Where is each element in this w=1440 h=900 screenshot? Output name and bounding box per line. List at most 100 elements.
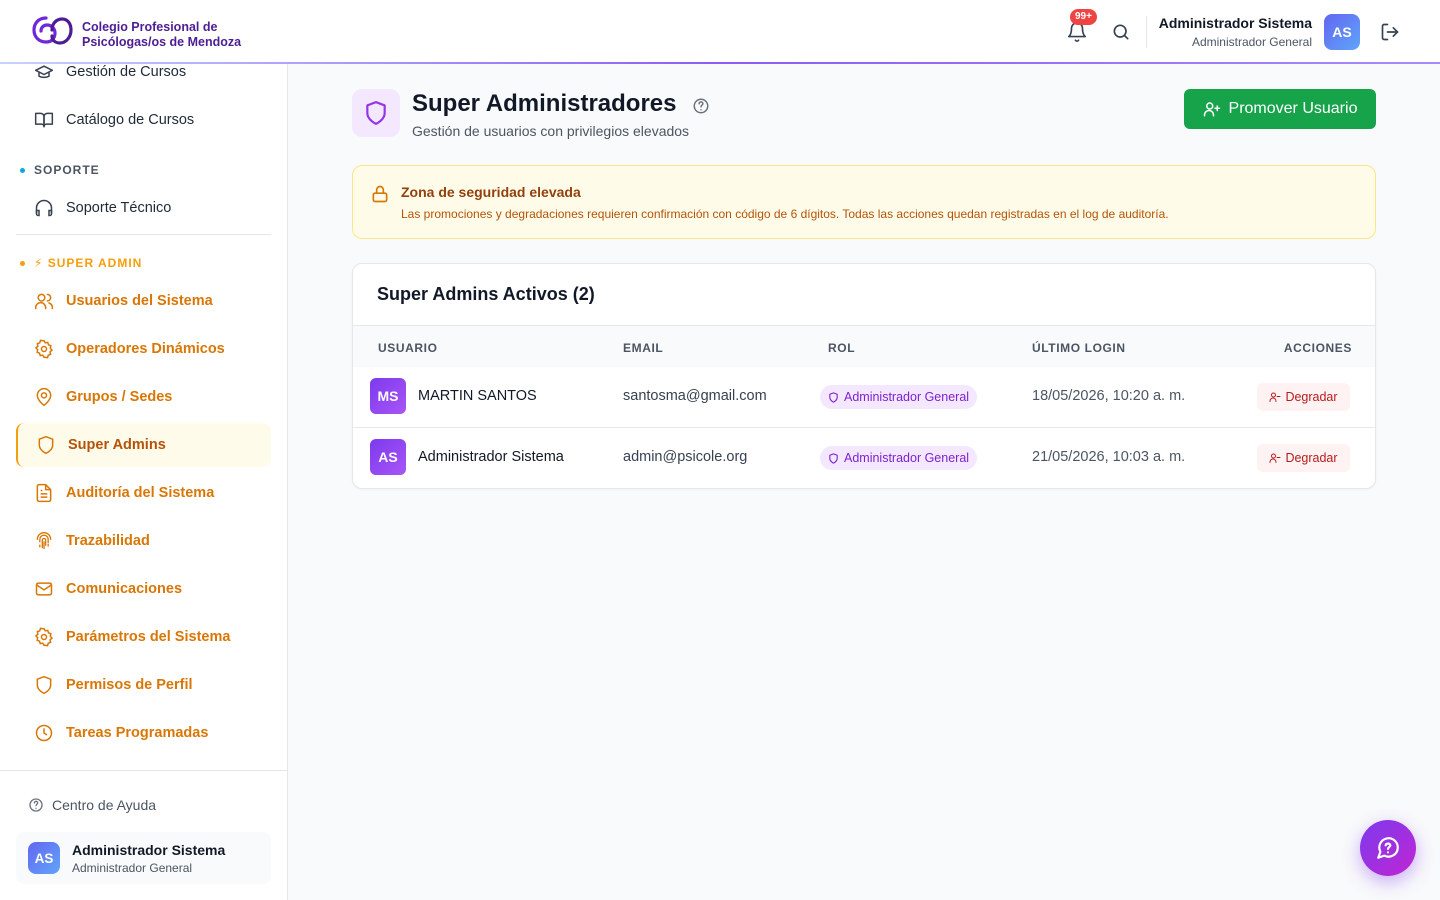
- section-label: SOPORTE: [34, 163, 100, 177]
- shield-icon: [36, 435, 56, 455]
- column-header-email: EMAIL: [623, 341, 664, 355]
- logout-button[interactable]: [1378, 20, 1402, 44]
- help-chat-button[interactable]: [1360, 820, 1416, 876]
- sidebar-divider: [16, 234, 271, 235]
- brand-line-1: Colegio Profesional de: [82, 20, 218, 34]
- sidebar-user-role: Administrador General: [72, 861, 193, 875]
- sidebar-item-label: Operadores Dinámicos: [66, 341, 225, 357]
- sidebar-item-label: Gestión de Cursos: [66, 64, 187, 80]
- section-label: ⚡ SUPER ADMIN: [34, 256, 143, 270]
- sidebar-item-operadores-dinamicos[interactable]: Operadores Dinámicos: [16, 327, 271, 371]
- search-icon: [1113, 24, 1129, 40]
- graduation-cap-icon: [34, 64, 54, 82]
- role-label: Administrador General: [844, 451, 970, 465]
- sidebar-item-label: Auditoría del Sistema: [66, 485, 215, 501]
- sidebar-user-name: Administrador Sistema: [72, 842, 226, 858]
- logout-icon: [1381, 23, 1399, 41]
- shield-icon: [366, 101, 386, 125]
- search-button[interactable]: [1109, 20, 1133, 44]
- sidebar-item-label: Super Admins: [68, 437, 166, 453]
- alert-title: Zona de seguridad elevada: [401, 184, 581, 200]
- sidebar-item-soporte-tecnico[interactable]: Soporte Técnico: [16, 186, 271, 230]
- help-center-link[interactable]: Centro de Ayuda: [28, 797, 156, 813]
- sidebar-bottom-divider: [0, 770, 287, 771]
- help-circle-icon[interactable]: [692, 97, 710, 115]
- section-title-super-admin: ⚡ SUPER ADMIN: [20, 256, 142, 270]
- page-subtitle: Gestión de usuarios con privilegios elev…: [412, 123, 690, 139]
- sidebar-item-gestion-cursos[interactable]: Gestión de Cursos: [16, 64, 271, 94]
- last-login: 21/05/2026, 10:03 a. m.: [1032, 449, 1186, 465]
- header-avatar[interactable]: AS: [1324, 14, 1360, 50]
- promote-user-label: Promover Usuario: [1228, 100, 1358, 117]
- clock-icon: [34, 723, 54, 743]
- shield-icon: [828, 452, 839, 464]
- super-admins-card: Super Admins Activos (2) USUARIO EMAIL R…: [352, 263, 1376, 489]
- avatar: MS: [370, 378, 406, 414]
- sidebar-item-trazabilidad[interactable]: Trazabilidad: [16, 519, 271, 563]
- role-badge: Administrador General: [820, 446, 978, 470]
- demote-label: Degradar: [1285, 390, 1338, 404]
- sidebar-item-grupos-sedes[interactable]: Grupos / Sedes: [16, 375, 271, 419]
- demote-label: Degradar: [1285, 451, 1338, 465]
- chat-help-icon: [1377, 837, 1399, 859]
- user-minus-icon: [1269, 452, 1281, 464]
- card-title: Super Admins Activos (2): [377, 284, 595, 304]
- sidebar-item-comunicaciones[interactable]: Comunicaciones: [16, 567, 271, 611]
- avatar: AS: [370, 439, 406, 475]
- column-header-rol: ROL: [828, 341, 856, 355]
- sidebar-item-label: Catálogo de Cursos: [66, 112, 195, 128]
- sidebar-item-parametros[interactable]: Parámetros del Sistema: [16, 615, 271, 659]
- lock-icon: [370, 184, 390, 209]
- demote-button[interactable]: Degradar: [1257, 444, 1350, 472]
- sidebar-item-catalogo-cursos[interactable]: Catálogo de Cursos: [16, 98, 271, 142]
- sidebar-user-card[interactable]: AS Administrador Sistema Administrador G…: [16, 832, 271, 884]
- demote-button[interactable]: Degradar: [1257, 383, 1350, 411]
- gear-icon: [34, 627, 54, 647]
- sidebar-item-permisos-perfil[interactable]: Permisos de Perfil: [16, 663, 271, 707]
- section-title-soporte: SOPORTE: [20, 163, 100, 177]
- user-email: santosma@gmail.com: [623, 388, 767, 404]
- section-dot: [20, 260, 25, 266]
- role-label: Administrador General: [844, 390, 970, 404]
- sidebar-item-super-admins[interactable]: Super Admins: [16, 423, 271, 467]
- table-row: MS MARTIN SANTOS santosma@gmail.com Admi…: [353, 367, 1375, 428]
- gear-icon: [34, 339, 54, 359]
- shield-icon: [34, 675, 54, 695]
- sidebar-item-label: Soporte Técnico: [66, 200, 172, 216]
- page-title: Super Administradores: [412, 90, 677, 117]
- logo-icon: [32, 16, 73, 45]
- file-text-icon: [34, 483, 54, 503]
- section-dot: [20, 167, 25, 173]
- sidebar-item-label: Trazabilidad: [66, 533, 150, 549]
- promote-user-button[interactable]: Promover Usuario: [1184, 89, 1376, 129]
- sidebar-item-usuarios-sistema[interactable]: Usuarios del Sistema: [16, 279, 271, 323]
- brand-name[interactable]: Colegio Profesional de Psicólogas/os de …: [82, 20, 241, 50]
- book-open-icon: [34, 110, 54, 130]
- fingerprint-icon: [34, 531, 54, 551]
- sidebar-item-label: Grupos / Sedes: [66, 389, 173, 405]
- user-plus-icon: [1203, 100, 1221, 118]
- help-center-label: Centro de Ayuda: [52, 797, 157, 813]
- shield-icon: [828, 391, 839, 403]
- user-minus-icon: [1269, 391, 1281, 403]
- security-alert: Zona de seguridad elevada Las promocione…: [352, 165, 1376, 239]
- page-shield-badge: [352, 89, 400, 137]
- sidebar-item-tareas-programadas[interactable]: Tareas Programadas: [16, 711, 271, 755]
- avatar: AS: [28, 842, 60, 874]
- mail-icon: [34, 579, 54, 599]
- map-pin-icon: [34, 387, 54, 407]
- column-header-ultimo-login: ÚLTIMO LOGIN: [1032, 341, 1126, 355]
- brand-line-2: Psicólogas/os de Mendoza: [82, 35, 242, 49]
- user-name: MARTIN SANTOS: [418, 388, 537, 404]
- notifications-badge: 99+: [1070, 9, 1097, 25]
- sidebar-item-label: Usuarios del Sistema: [66, 293, 213, 309]
- users-icon: [34, 291, 54, 311]
- header-user-role: Administrador General: [1191, 35, 1312, 49]
- alert-text: Las promociones y degradaciones requiere…: [401, 207, 1169, 221]
- sidebar-item-label: Tareas Programadas: [66, 725, 209, 741]
- sidebar-item-label: Comunicaciones: [66, 581, 183, 597]
- help-circle-icon: [28, 797, 44, 813]
- sidebar-item-auditoria[interactable]: Auditoría del Sistema: [16, 471, 271, 515]
- role-badge: Administrador General: [820, 385, 978, 409]
- sidebar-item-label: Parámetros del Sistema: [66, 629, 231, 645]
